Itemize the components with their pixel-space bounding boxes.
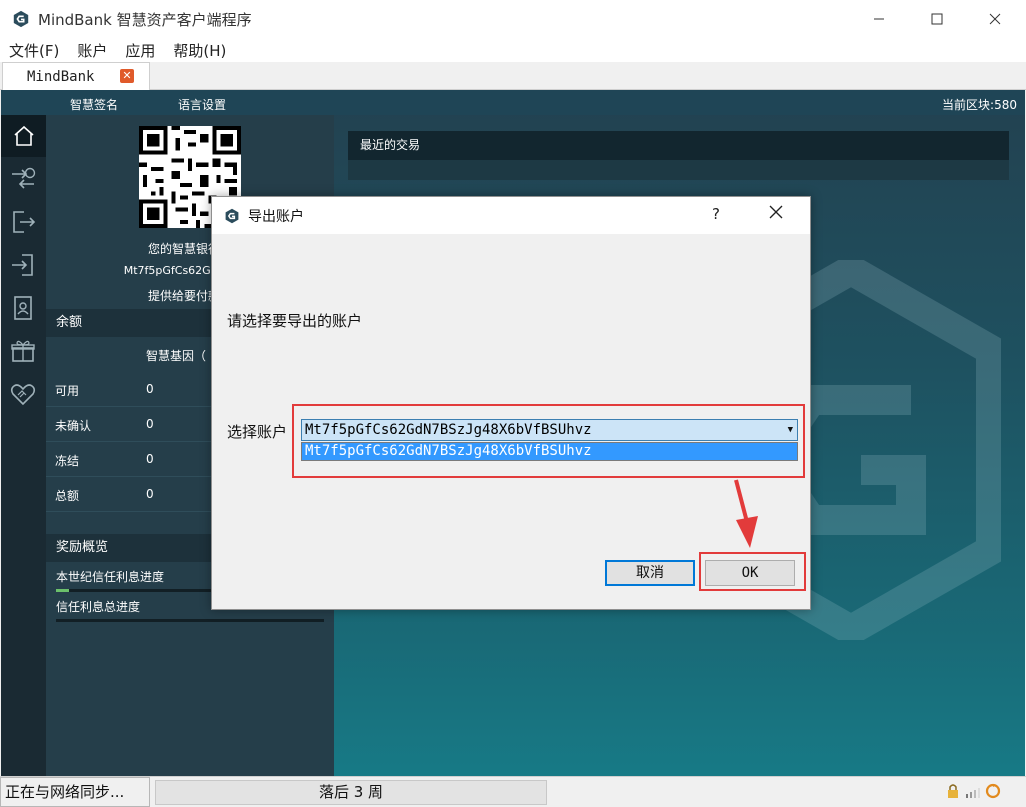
recent-transactions-header: 最近的交易 [348,131,1009,160]
menu-help[interactable]: 帮助(H) [164,40,235,61]
window-title: MindBank 智慧资产客户端程序 [38,10,252,29]
mindbank-logo-icon [13,10,29,28]
balance-label: 可用 [55,384,80,398]
status-bar: 正在与网络同步... 落后 3 周 [0,776,1026,807]
home-icon[interactable] [1,115,46,157]
address-book-icon[interactable] [9,294,37,322]
annotation-box-select [292,404,805,478]
close-icon[interactable] [966,0,1024,38]
balance-value: 0 [146,417,154,431]
window-titlebar: MindBank 智慧资产客户端程序 [0,0,1026,38]
menu-bar: 文件(F) 账户 应用 帮助(H) [0,38,1026,62]
menu-account[interactable]: 账户 [68,40,116,61]
balance-value: 0 [146,382,154,396]
help-icon[interactable]: ? [712,205,720,223]
menu-apps[interactable]: 应用 [116,40,164,61]
cancel-button[interactable]: 取消 [605,560,695,586]
maximize-icon[interactable] [908,0,966,38]
minimize-icon[interactable] [850,0,908,38]
dialog-prompt: 请选择要导出的账户 [227,312,363,330]
balance-label: 冻结 [55,454,80,468]
balance-value: 0 [146,487,154,501]
app-nav: 智慧签名 语言设置 当前区块:580 [1,90,1025,115]
total-progress-bar [56,619,324,622]
tab-label: MindBank [27,69,95,85]
century-progress-label: 本世纪信任利息进度 [56,570,165,584]
heart-handshake-icon[interactable] [9,380,37,408]
recent-transactions-list [348,160,1009,180]
gift-icon[interactable] [9,337,37,365]
tab-close-icon[interactable]: ✕ [120,69,134,83]
status-icons [945,783,1001,799]
export-account-dialog: 导出账户 ? 请选择要导出的账户 选择账户 Mt7f5pGfCs62GdN7BS… [211,196,811,610]
balance-label: 未确认 [55,419,92,433]
total-progress-label: 信任利息总进度 [56,600,141,614]
tab-mindbank[interactable]: MindBank ✕ [2,62,150,91]
menu-file[interactable]: 文件(F) [0,40,68,61]
annotation-box-ok [699,552,806,591]
sync-status: 正在与网络同步... [0,777,150,807]
nav-smart-sign[interactable]: 智慧签名 [70,96,118,113]
network-icon[interactable] [965,783,981,799]
annotation-arrow-icon [734,479,758,548]
block-height: 当前区块:580 [942,98,1017,112]
account-select-label: 选择账户 [227,423,288,441]
dialog-close-icon[interactable] [769,203,783,224]
nav-language[interactable]: 语言设置 [178,96,226,113]
sync-icon[interactable] [985,783,1001,799]
left-rail [1,115,46,776]
dialog-titlebar: 导出账户 ? [212,197,810,234]
mindbank-logo-icon [225,208,239,223]
century-progress-fill [56,589,70,592]
send-icon[interactable] [9,208,37,236]
document-tabs: MindBank ✕ [0,62,1026,91]
receive-icon[interactable] [9,251,37,279]
dialog-title: 导出账户 [248,208,304,225]
transfer-history-icon[interactable] [9,165,37,193]
balance-label: 总额 [55,489,80,503]
sync-progress: 落后 3 周 [155,780,547,805]
lock-icon[interactable] [945,783,961,799]
balance-value: 0 [146,452,154,466]
